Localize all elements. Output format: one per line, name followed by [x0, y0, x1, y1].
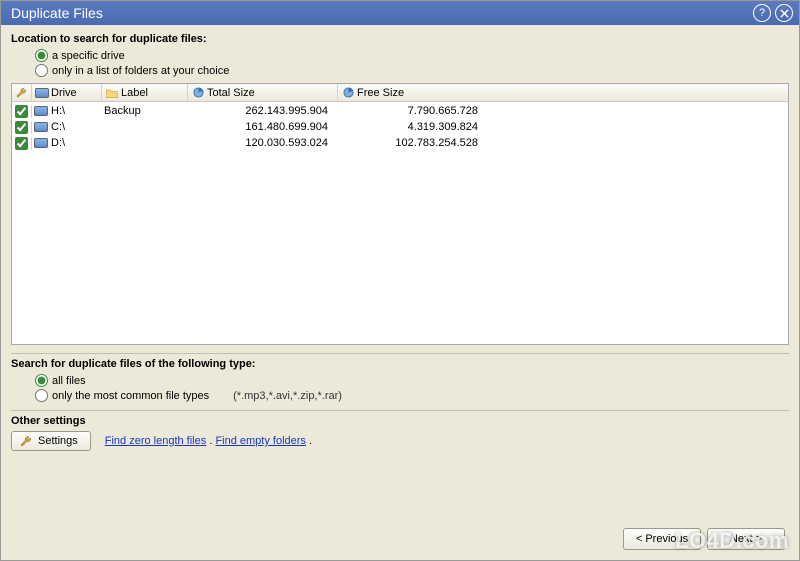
radio-all-files[interactable]: all files [35, 374, 789, 387]
drive-icon [34, 106, 48, 116]
column-check[interactable] [12, 84, 32, 101]
drive-checkbox[interactable] [15, 121, 28, 134]
column-free-label: Free Size [357, 87, 404, 99]
radio-folder-list-input[interactable] [35, 64, 48, 77]
drive-header-icon [36, 87, 48, 99]
folder-icon [106, 87, 118, 99]
drive-list-header: Drive Label Total Size Free Size [12, 84, 788, 102]
next-button-label: Next > [730, 533, 762, 545]
separator [11, 410, 789, 411]
drive-list: Drive Label Total Size Free Size [11, 83, 789, 345]
column-total[interactable]: Total Size [188, 84, 338, 101]
drive-free: 102.783.254.528 [338, 137, 488, 149]
location-heading: Location to search for duplicate files: [11, 33, 789, 45]
drive-name: D:\ [51, 137, 65, 149]
other-heading: Other settings [11, 415, 789, 427]
column-label-label: Label [121, 87, 148, 99]
table-row[interactable]: C:\ 161.480.699.9044.319.309.824 [12, 119, 788, 135]
drive-total: 161.480.699.904 [188, 121, 338, 133]
table-row[interactable]: H:\ Backup262.143.995.9047.790.665.728 [12, 103, 788, 119]
drive-icon [34, 122, 48, 132]
drive-free: 4.319.309.824 [338, 121, 488, 133]
radio-specific-drive-input[interactable] [35, 49, 48, 62]
previous-button[interactable]: < Previous [623, 528, 701, 550]
previous-button-label: < Previous [636, 533, 688, 545]
column-drive[interactable]: Drive [32, 84, 102, 101]
radio-all-files-input[interactable] [35, 374, 48, 387]
pie-icon [192, 87, 204, 99]
link-empty-folders[interactable]: Find empty folders [215, 435, 305, 447]
column-free[interactable]: Free Size [338, 84, 488, 101]
column-total-label: Total Size [207, 87, 255, 99]
radio-folder-list[interactable]: only in a list of folders at your choice [35, 64, 789, 77]
drive-name: C:\ [51, 121, 65, 133]
column-label[interactable]: Label [102, 84, 188, 101]
drive-free: 7.790.665.728 [338, 105, 488, 117]
radio-folder-list-label: only in a list of folders at your choice [52, 65, 229, 77]
table-row[interactable]: D:\ 120.030.593.024102.783.254.528 [12, 135, 788, 151]
radio-specific-drive[interactable]: a specific drive [35, 49, 789, 62]
drive-total: 120.030.593.024 [188, 137, 338, 149]
separator [11, 353, 789, 354]
drive-icon [34, 138, 48, 148]
wrench-icon [16, 87, 27, 99]
help-button[interactable]: ? [753, 4, 771, 22]
radio-common-files-label: only the most common file types [52, 390, 209, 402]
drive-total: 262.143.995.904 [188, 105, 338, 117]
drive-checkbox[interactable] [15, 137, 28, 150]
window-titlebar: Duplicate Files ? [1, 1, 799, 25]
column-drive-label: Drive [51, 87, 77, 99]
drive-label: Backup [102, 105, 188, 117]
radio-common-files-input[interactable] [35, 389, 48, 402]
radio-common-files[interactable]: only the most common file types (*.mp3,*… [35, 389, 789, 402]
close-button[interactable] [775, 4, 793, 22]
settings-button[interactable]: Settings [11, 431, 91, 451]
radio-all-files-label: all files [52, 375, 86, 387]
radio-specific-drive-label: a specific drive [52, 50, 125, 62]
settings-button-label: Settings [38, 435, 78, 447]
pie-icon [342, 87, 354, 99]
wrench-icon [20, 435, 32, 447]
type-heading: Search for duplicate files of the follow… [11, 358, 789, 370]
window-title: Duplicate Files [11, 5, 749, 21]
link-zero-length[interactable]: Find zero length files [105, 435, 207, 447]
file-types-example: (*.mp3,*.avi,*.zip,*.rar) [233, 390, 342, 402]
next-button[interactable]: Next > [707, 528, 785, 550]
drive-checkbox[interactable] [15, 105, 28, 118]
drive-name: H:\ [51, 105, 65, 117]
